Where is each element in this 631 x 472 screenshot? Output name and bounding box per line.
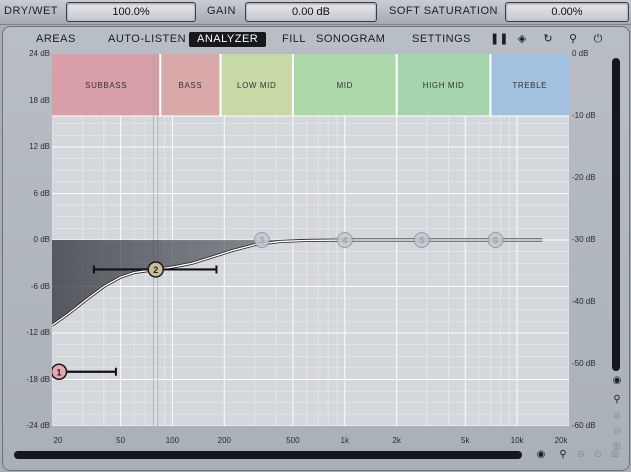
dry-wet-label: DRY/WET: [4, 5, 59, 17]
frequency-tick-label: 500: [286, 436, 300, 445]
reset-icon[interactable]: ↻: [541, 32, 555, 46]
band-label: SUBBASS: [85, 81, 127, 90]
band-label: LOW MID: [237, 81, 276, 90]
analyzer-tick-label: -60 dB: [572, 421, 596, 430]
eq-node-label: 5: [419, 236, 424, 246]
top-toolbar: DRY/WET 100.0% GAIN 0.00 dB SOFT SATURAT…: [0, 0, 631, 25]
frequency-tick-label: 2k: [392, 436, 401, 445]
settings-button[interactable]: SETTINGS: [412, 33, 471, 45]
analyzer-tick-label: -20 dB: [572, 173, 596, 182]
eq-node-label: 4: [342, 236, 347, 246]
frequency-tick-label: 50: [116, 436, 126, 445]
pause-icon[interactable]: ❚❚: [490, 32, 508, 46]
sonogram-button[interactable]: SONOGRAM: [316, 33, 385, 45]
zoom-icon[interactable]: ⚲: [566, 32, 580, 46]
gain-tick-label: 12 dB: [29, 142, 50, 151]
auto-listen-button[interactable]: AUTO-LISTEN: [108, 33, 186, 45]
h-zoom-in-icon[interactable]: ⚲: [557, 449, 569, 461]
h-pin-icon[interactable]: ◉: [535, 449, 547, 461]
frequency-tick-label: 5k: [461, 436, 470, 445]
reset-zoom-icon[interactable]: ⊝: [611, 426, 623, 438]
band-label: MID: [337, 81, 353, 90]
frequency-tick-label: 1k: [340, 436, 350, 445]
soft-saturation-field[interactable]: 0.00%: [505, 2, 629, 22]
power-icon[interactable]: ⏻: [591, 32, 605, 46]
h-fit-icon[interactable]: ⊞: [609, 449, 621, 461]
h-reset-zoom-icon[interactable]: ⊝: [592, 449, 604, 461]
eq-node-label: 2: [153, 265, 158, 275]
horizontal-scrollbar[interactable]: [14, 451, 522, 459]
areas-button[interactable]: AREAS: [36, 33, 76, 45]
zoom-in-icon[interactable]: ⚲: [611, 394, 623, 406]
gain-tick-label: -12 dB: [26, 328, 50, 337]
gain-label: GAIN: [207, 5, 236, 17]
band-label: BASS: [179, 81, 203, 90]
gain-tick-label: -18 dB: [26, 374, 50, 384]
pin-icon[interactable]: ◉: [611, 375, 623, 387]
analyzer-button[interactable]: ANALYZER: [189, 32, 267, 47]
soft-saturation-label: SOFT SATURATION: [389, 5, 498, 17]
menu-bar: AREAS AUTO-LISTEN ANALYZER FILL SONOGRAM…: [0, 32, 631, 48]
fill-button[interactable]: FILL: [282, 33, 306, 45]
gain-tick-label: -6 dB: [30, 281, 50, 291]
gain-field[interactable]: 0.00 dB: [245, 2, 377, 22]
eq-curve-fill: [52, 240, 543, 326]
vertical-scrollbar[interactable]: [612, 58, 620, 371]
eq-graph-svg: SUBBASS BASS LOW MID MID HIGH MID TREBLE 1 2 3 4…: [52, 54, 569, 426]
gain-tick-label: 0 dB: [33, 235, 50, 244]
analyzer-tick-label: -30 dB: [572, 235, 596, 244]
analyzer-tick-label: -50 dB: [572, 359, 596, 368]
gain-tick-label: 18 dB: [29, 95, 50, 105]
gain-tick-label: 24 dB: [29, 49, 50, 58]
band-label: TREBLE: [512, 81, 547, 90]
frequency-tick-label: 200: [217, 436, 232, 445]
eq-node-label: 3: [259, 236, 264, 246]
analyzer-tick-label: 0 dB: [572, 49, 589, 58]
frequency-tick-label: 100: [165, 436, 180, 445]
eq-graph[interactable]: SUBBASS BASS LOW MID MID HIGH MID TREBLE 1 2 3 4…: [52, 54, 569, 426]
analyzer-tick-label: -40 dB: [572, 297, 596, 306]
gain-tick-label: 6 dB: [33, 188, 50, 198]
analyzer-tick-label: -10 dB: [572, 111, 596, 120]
speaker-icon[interactable]: ◈: [515, 32, 529, 46]
frequency-tick-label: 20: [53, 436, 63, 445]
gain-tick-label: -24 dB: [26, 421, 50, 430]
frequency-tick-label: 20k: [554, 436, 568, 445]
zoom-out-icon[interactable]: ⊜: [611, 411, 623, 423]
h-zoom-out-icon[interactable]: ⊜: [575, 449, 587, 461]
band-label: HIGH MID: [423, 81, 465, 90]
eq-node-label: 6: [493, 236, 498, 246]
dry-wet-field[interactable]: 100.0%: [66, 2, 196, 22]
frequency-tick-label: 10k: [510, 436, 524, 445]
eq-node-label: 1: [56, 367, 61, 377]
